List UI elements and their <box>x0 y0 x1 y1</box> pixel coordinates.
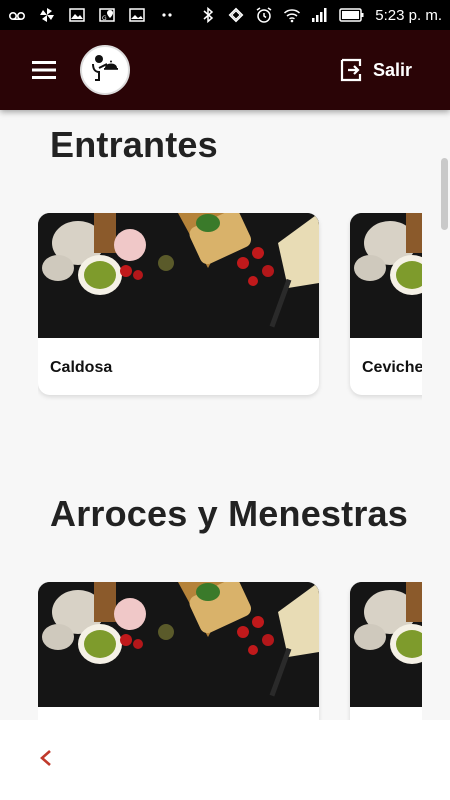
logout-button[interactable]: Salir <box>339 57 412 83</box>
bottom-bar <box>0 720 450 800</box>
card-row-entrantes[interactable]: Caldosa Ceviche <box>38 213 422 403</box>
gallery-icon <box>128 6 146 24</box>
rotate-icon <box>227 6 245 24</box>
signal-icon <box>311 6 329 24</box>
food-photo <box>350 213 422 338</box>
food-photo <box>38 213 319 338</box>
waiter-cloche-icon <box>92 55 118 81</box>
scrollbar[interactable] <box>441 158 448 230</box>
status-time: 5:23 p. m. <box>375 6 442 24</box>
food-photo <box>38 582 319 707</box>
dish-card[interactable] <box>38 582 319 720</box>
map-icon: G <box>98 6 116 24</box>
pinwheel-icon <box>38 6 56 24</box>
dish-name: Ceviche <box>362 359 422 376</box>
dish-image <box>350 213 422 338</box>
content-area[interactable]: Entrantes Caldosa Ceviche Arroces y Mene… <box>0 110 450 720</box>
food-photo <box>350 582 422 707</box>
image-icon <box>68 6 86 24</box>
section-title-arroces: Arroces y Menestras <box>50 493 408 534</box>
dish-image <box>38 582 319 707</box>
menu-button[interactable] <box>22 48 66 92</box>
dish-card[interactable] <box>350 582 422 720</box>
wifi-icon <box>283 6 301 24</box>
app-logo <box>80 45 130 95</box>
back-button[interactable] <box>30 742 62 774</box>
exit-icon <box>340 58 362 82</box>
battery-icon <box>339 6 365 24</box>
voicemail-icon <box>8 6 26 24</box>
chevron-left-icon <box>40 750 51 766</box>
card-row-arroces[interactable] <box>38 582 422 720</box>
dish-image <box>38 213 319 338</box>
dish-image <box>350 582 422 707</box>
dish-name: Caldosa <box>50 359 113 376</box>
alarm-icon <box>255 6 273 24</box>
svg-text:G: G <box>102 15 107 22</box>
dish-card[interactable]: Caldosa <box>38 213 319 395</box>
hamburger-menu-icon <box>32 61 56 79</box>
logout-label: Salir <box>372 59 412 80</box>
section-title-entrantes: Entrantes <box>50 124 218 165</box>
app-bar: Salir <box>0 30 450 110</box>
dish-card[interactable]: Ceviche <box>350 213 422 395</box>
dots-icon <box>158 6 176 24</box>
status-bar: G 5:23 p. m. <box>0 0 450 30</box>
bluetooth-icon <box>199 6 217 24</box>
